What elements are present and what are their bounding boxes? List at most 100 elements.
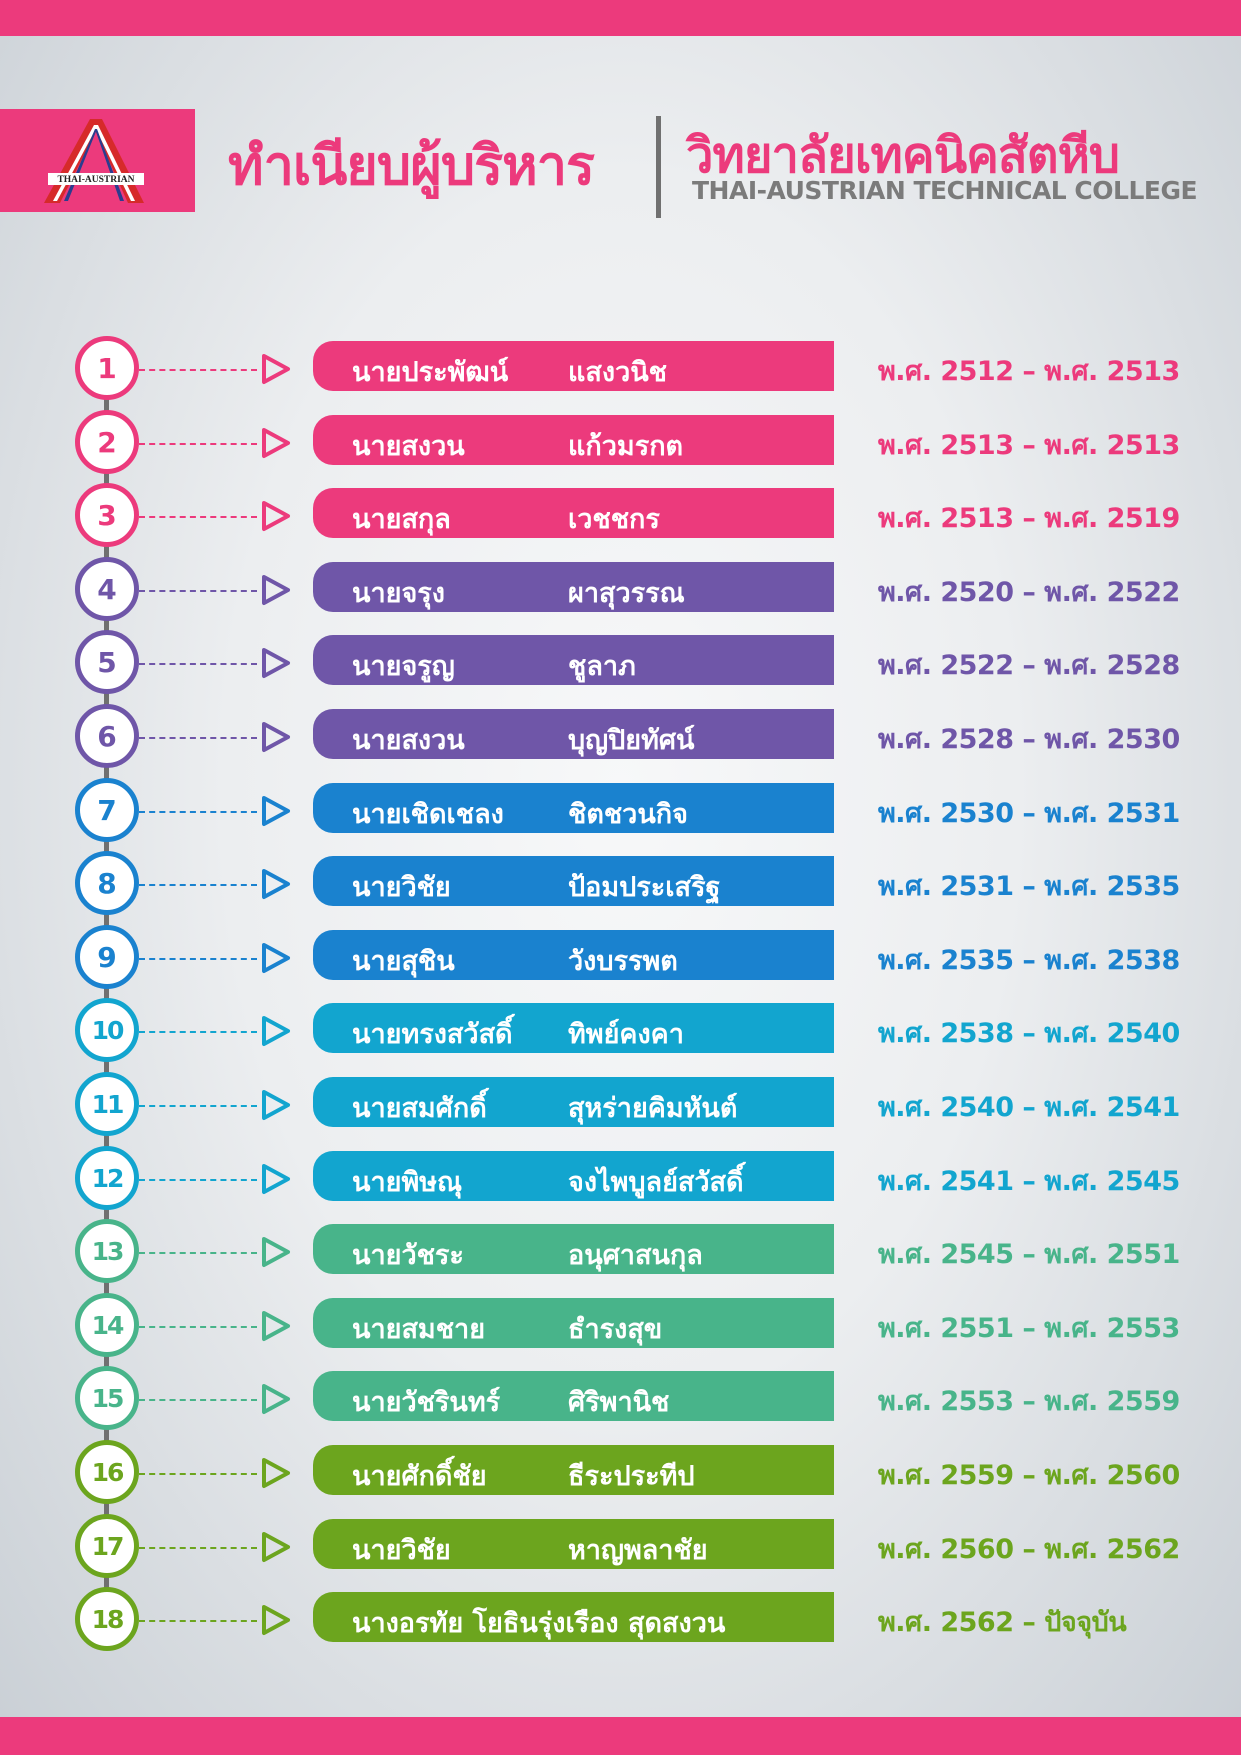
administrator-row: 4 นายจรุง ผาสุวรรณ พ.ศ. 2520 – พ.ศ. 2522 bbox=[0, 557, 1241, 621]
term-period: พ.ศ. 2535 – พ.ศ. 2538 bbox=[878, 945, 1180, 976]
administrator-name-banner: นายสมชาย ธำรงสุข bbox=[313, 1298, 834, 1348]
play-arrow-icon bbox=[262, 722, 290, 752]
connector-dashed-line bbox=[139, 1326, 257, 1328]
order-number-badge: 15 bbox=[75, 1366, 139, 1430]
term-period: พ.ศ. 2545 – พ.ศ. 2551 bbox=[878, 1239, 1180, 1270]
administrator-row: 18 นางอรทัย โยธินรุ่งเรือง สุดสงวน พ.ศ. 25… bbox=[0, 1587, 1241, 1651]
administrator-row: 2 นายสงวน แก้วมรกต พ.ศ. 2513 – พ.ศ. 2513 bbox=[0, 410, 1241, 474]
administrator-name-banner: นายสงวน แก้วมรกต bbox=[313, 415, 834, 465]
administrator-first-name: นายสุชิน bbox=[352, 946, 455, 977]
header-divider bbox=[656, 116, 661, 218]
administrator-name-banner: นายจรุง ผาสุวรรณ bbox=[313, 562, 834, 612]
administrator-first-name: นายเชิดเชลง bbox=[352, 799, 504, 830]
order-number-badge: 16 bbox=[75, 1440, 139, 1504]
term-period: พ.ศ. 2541 – พ.ศ. 2545 bbox=[878, 1166, 1180, 1197]
administrator-row: 16 นายศักดิ์ชัย ธีระประทีป พ.ศ. 2559 – พ.ศ.… bbox=[0, 1440, 1241, 1504]
administrator-name-banner: นายศักดิ์ชัย ธีระประทีป bbox=[313, 1445, 834, 1495]
connector-dashed-line bbox=[139, 443, 257, 445]
play-arrow-icon bbox=[262, 428, 290, 458]
administrator-full-name: นางอรทัย โยธินรุ่งเรือง สุดสงวน bbox=[352, 1608, 726, 1639]
administrator-row: 9 นายสุชิน วังบรรพต พ.ศ. 2535 – พ.ศ. 2538 bbox=[0, 925, 1241, 989]
college-logo: THAI-AUSTRIAN bbox=[0, 109, 195, 212]
connector-dashed-line bbox=[139, 1252, 257, 1254]
administrator-row: 6 นายสงวน บุญปิยทัศน์ พ.ศ. 2528 – พ.ศ. 2530 bbox=[0, 704, 1241, 768]
administrator-first-name: นายสกุล bbox=[352, 504, 451, 535]
administrator-last-name: วังบรรพต bbox=[568, 946, 678, 977]
order-number-badge: 5 bbox=[75, 630, 139, 694]
administrator-last-name: ธีระประทีป bbox=[568, 1461, 695, 1492]
order-number-badge: 4 bbox=[75, 557, 139, 621]
administrator-name-banner: นายเชิดเชลง ชิตชวนกิจ bbox=[313, 783, 834, 833]
administrator-last-name: ศิริพานิช bbox=[568, 1387, 670, 1418]
page-title: ทำเนียบผู้บริหาร bbox=[228, 134, 595, 197]
term-period: พ.ศ. 2522 – พ.ศ. 2528 bbox=[878, 650, 1180, 681]
term-period: พ.ศ. 2513 – พ.ศ. 2519 bbox=[878, 503, 1180, 534]
administrator-last-name: ธำรงสุข bbox=[568, 1314, 663, 1345]
connector-dashed-line bbox=[139, 369, 257, 371]
term-period: พ.ศ. 2520 – พ.ศ. 2522 bbox=[878, 577, 1180, 608]
administrator-last-name: บุญปิยทัศน์ bbox=[568, 725, 695, 756]
administrator-row: 11 นายสมศักดิ์ สุหร่ายคิมหันต์ พ.ศ. 2540 – … bbox=[0, 1072, 1241, 1136]
connector-dashed-line bbox=[139, 516, 257, 518]
order-number-badge: 7 bbox=[75, 778, 139, 842]
administrator-last-name: หาญพลาชัย bbox=[568, 1535, 708, 1566]
administrator-first-name: นายสงวน bbox=[352, 431, 465, 462]
logo-a-icon: THAI-AUSTRIAN bbox=[44, 119, 144, 203]
administrator-first-name: นายศักดิ์ชัย bbox=[352, 1461, 487, 1492]
connector-dashed-line bbox=[139, 1473, 257, 1475]
administrator-name-banner: นายพิษณุ จงไพบูลย์สวัสดิ์ bbox=[313, 1151, 834, 1201]
administrator-last-name: สุหร่ายคิมหันต์ bbox=[568, 1093, 738, 1124]
administrator-first-name: นายวิชัย bbox=[352, 872, 451, 903]
order-number-badge: 8 bbox=[75, 851, 139, 915]
administrator-last-name: ป้อมประเสริฐ bbox=[568, 872, 721, 903]
play-arrow-icon bbox=[262, 1458, 290, 1488]
administrator-last-name: จงไพบูลย์สวัสดิ์ bbox=[568, 1167, 744, 1198]
administrator-row: 10 นายทรงสวัสดิ์ ทิพย์คงคา พ.ศ. 2538 – พ.ศ.… bbox=[0, 998, 1241, 1062]
term-period: พ.ศ. 2560 – พ.ศ. 2562 bbox=[878, 1534, 1180, 1565]
administrator-name-banner: นายวัชรินทร์ ศิริพานิช bbox=[313, 1371, 834, 1421]
order-number-badge: 12 bbox=[75, 1146, 139, 1210]
play-arrow-icon bbox=[262, 648, 290, 678]
administrator-name-banner: นายประพัฒน์ แสงวนิช bbox=[313, 341, 834, 391]
administrator-name-banner: นายวิชัย หาญพลาชัย bbox=[313, 1519, 834, 1569]
administrator-name-banner: นายจรูญ ชูลาภ bbox=[313, 635, 834, 685]
play-arrow-icon bbox=[262, 501, 290, 531]
order-number-badge: 10 bbox=[75, 998, 139, 1062]
term-period: พ.ศ. 2512 – พ.ศ. 2513 bbox=[878, 356, 1180, 387]
connector-dashed-line bbox=[139, 884, 257, 886]
order-number-badge: 18 bbox=[75, 1587, 139, 1651]
order-number-badge: 9 bbox=[75, 925, 139, 989]
administrator-row: 7 นายเชิดเชลง ชิตชวนกิจ พ.ศ. 2530 – พ.ศ. 25… bbox=[0, 778, 1241, 842]
play-arrow-icon bbox=[262, 796, 290, 826]
administrator-last-name: ชิตชวนกิจ bbox=[568, 799, 688, 830]
connector-dashed-line bbox=[139, 1105, 257, 1107]
connector-dashed-line bbox=[139, 590, 257, 592]
administrator-name-banner: นายวัชระ อนุศาสนกุล bbox=[313, 1224, 834, 1274]
term-period: พ.ศ. 2528 – พ.ศ. 2530 bbox=[878, 724, 1180, 755]
administrator-row: 5 นายจรูญ ชูลาภ พ.ศ. 2522 – พ.ศ. 2528 bbox=[0, 630, 1241, 694]
administrator-first-name: นายพิษณุ bbox=[352, 1167, 463, 1198]
order-number-badge: 1 bbox=[75, 336, 139, 400]
administrator-last-name: แสงวนิช bbox=[568, 357, 668, 388]
play-arrow-icon bbox=[262, 1605, 290, 1635]
administrator-first-name: นายวิชัย bbox=[352, 1535, 451, 1566]
order-number-badge: 2 bbox=[75, 410, 139, 474]
administrator-row: 17 นายวิชัย หาญพลาชัย พ.ศ. 2560 – พ.ศ. 2562 bbox=[0, 1514, 1241, 1578]
administrator-first-name: นายสงวน bbox=[352, 725, 465, 756]
administrator-first-name: นายประพัฒน์ bbox=[352, 357, 509, 388]
logo-text: THAI-AUSTRIAN bbox=[57, 175, 134, 185]
administrator-row: 12 นายพิษณุ จงไพบูลย์สวัสดิ์ พ.ศ. 2541 – พ.… bbox=[0, 1146, 1241, 1210]
administrator-name-banner: นางอรทัย โยธินรุ่งเรือง สุดสงวน bbox=[313, 1592, 834, 1642]
bottom-accent-bar bbox=[0, 1717, 1241, 1755]
top-accent-bar bbox=[0, 0, 1241, 36]
order-number-badge: 6 bbox=[75, 704, 139, 768]
term-period: พ.ศ. 2551 – พ.ศ. 2553 bbox=[878, 1313, 1180, 1344]
administrator-last-name: อนุศาสนกุล bbox=[568, 1240, 703, 1271]
administrator-name-banner: นายวิชัย ป้อมประเสริฐ bbox=[313, 856, 834, 906]
term-period: พ.ศ. 2530 – พ.ศ. 2531 bbox=[878, 798, 1180, 829]
connector-dashed-line bbox=[139, 958, 257, 960]
play-arrow-icon bbox=[262, 1311, 290, 1341]
administrator-first-name: นายจรุง bbox=[352, 578, 445, 609]
term-period: พ.ศ. 2531 – พ.ศ. 2535 bbox=[878, 871, 1180, 902]
administrator-row: 13 นายวัชระ อนุศาสนกุล พ.ศ. 2545 – พ.ศ. 255… bbox=[0, 1219, 1241, 1283]
